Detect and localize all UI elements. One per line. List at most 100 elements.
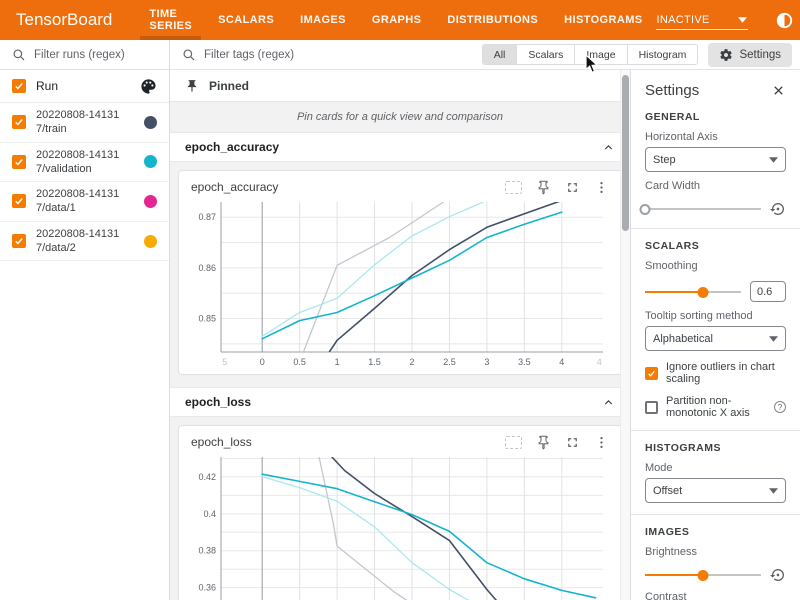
svg-text:4: 4	[559, 357, 564, 367]
checkmark-icon	[14, 157, 24, 167]
svg-text:0.5: 0.5	[293, 357, 306, 367]
run-color-dot	[144, 116, 157, 129]
tab-images[interactable]: IMAGES	[287, 0, 359, 40]
main-scrollbar[interactable]	[620, 70, 630, 600]
filter-tags-placeholder: Filter tags (regex)	[204, 49, 294, 61]
theme-toggle-icon[interactable]	[775, 11, 794, 30]
checkbox-unchecked[interactable]	[645, 401, 658, 414]
tab-time-series[interactable]: TIME SERIES	[136, 0, 205, 40]
epoch-loss-chart[interactable]: 00.511.522.533.540.420.40.380.360.340.32	[185, 453, 609, 600]
tab-graphs[interactable]: GRAPHS	[359, 0, 434, 40]
settings-button[interactable]: Settings	[708, 43, 792, 67]
slider-thumb[interactable]	[698, 570, 709, 581]
app-header: TensorBoard TIME SERIES SCALARS IMAGES G…	[0, 0, 800, 40]
run-row-validation[interactable]: 20220808-141317/validation	[0, 143, 169, 183]
filter-button-all[interactable]: All	[483, 45, 517, 64]
pin-icon	[185, 79, 199, 93]
run-row-data1[interactable]: 20220808-141317/data/1	[0, 182, 169, 222]
collapse-icon[interactable]	[602, 141, 615, 154]
svg-text:3: 3	[484, 357, 489, 367]
collapse-icon[interactable]	[602, 396, 615, 409]
scrollbar-thumb[interactable]	[622, 75, 629, 231]
slider-thumb[interactable]	[640, 204, 651, 215]
run-checkbox[interactable]	[12, 155, 26, 169]
run-color-dot	[144, 155, 157, 168]
run-checkbox[interactable]	[12, 194, 26, 208]
pin-hint-text: Pin cards for a quick view and compariso…	[170, 102, 630, 132]
run-checkbox[interactable]	[12, 115, 26, 129]
filter-runs-input[interactable]: Filter runs (regex)	[0, 40, 169, 70]
run-row-data2[interactable]: 20220808-141317/data/2	[0, 222, 169, 262]
histogram-mode-select[interactable]: Offset	[645, 478, 786, 503]
card-header: epoch_loss	[185, 429, 615, 453]
checkmark-icon	[647, 369, 656, 378]
reset-icon[interactable]	[770, 201, 786, 217]
more-options-icon[interactable]	[594, 435, 609, 450]
chevron-down-icon	[769, 488, 778, 494]
checkbox-checked[interactable]	[645, 367, 658, 380]
tab-distributions[interactable]: DISTRIBUTIONS	[434, 0, 551, 40]
reload-status-dropdown[interactable]: INACTIVE	[656, 11, 748, 30]
histogram-mode-label: Mode	[645, 462, 786, 474]
tooltip-sorting-label: Tooltip sorting method	[645, 310, 786, 322]
smoothing-label: Smoothing	[645, 260, 786, 272]
header-actions: INACTIVE ?	[656, 11, 800, 30]
smoothing-value-input[interactable]: 0.6	[750, 281, 786, 302]
chevron-down-icon	[769, 336, 778, 342]
run-row-train[interactable]: 20220808-141317/train	[0, 103, 169, 143]
close-icon[interactable]	[771, 83, 786, 98]
filter-button-scalars[interactable]: Scalars	[516, 45, 574, 64]
fullscreen-icon[interactable]	[565, 435, 580, 450]
runs-table-header: Run	[0, 70, 169, 103]
tab-histograms[interactable]: HISTOGRAMS	[551, 0, 655, 40]
fullscreen-icon[interactable]	[565, 180, 580, 195]
pin-icon[interactable]	[536, 180, 551, 195]
tab-scalars[interactable]: SCALARS	[205, 0, 287, 40]
ignore-outliers-checkbox-row[interactable]: Ignore outliers in chart scaling	[645, 361, 786, 385]
brightness-slider[interactable]	[645, 569, 761, 581]
epoch-accuracy-chart[interactable]: 00.511.522.533.54540.850.860.87	[185, 198, 609, 370]
slider-thumb[interactable]	[697, 287, 708, 298]
svg-text:5: 5	[222, 357, 227, 367]
run-label: 20220808-141317/validation	[36, 148, 124, 177]
card-width-slider[interactable]	[645, 203, 761, 215]
filter-tags-input[interactable]: Filter tags (regex)	[182, 48, 482, 62]
filter-button-histogram[interactable]: Histogram	[627, 45, 698, 64]
brightness-label: Brightness	[645, 546, 786, 558]
search-icon	[12, 48, 26, 62]
scalar-card-epoch-accuracy: epoch_accuracy 00.511.522.533.54540.850.…	[178, 170, 622, 375]
partition-x-axis-checkbox-row[interactable]: Partition non-monotonic X axis ?	[645, 395, 786, 419]
more-options-icon[interactable]	[594, 180, 609, 195]
svg-text:4: 4	[597, 357, 602, 367]
svg-text:0.42: 0.42	[198, 472, 216, 482]
select-all-runs-checkbox[interactable]	[12, 79, 26, 93]
palette-icon[interactable]	[140, 78, 157, 95]
section-header-epoch-loss[interactable]: epoch_loss	[170, 387, 630, 417]
horizontal-axis-select[interactable]: Step	[645, 147, 786, 172]
tooltip-sorting-select[interactable]: Alphabetical	[645, 326, 786, 351]
reset-icon[interactable]	[770, 567, 786, 583]
smoothing-slider[interactable]	[645, 286, 741, 298]
gear-icon	[719, 48, 733, 62]
settings-section-scalars: SCALARS	[645, 240, 786, 252]
filter-button-image[interactable]: Image	[574, 45, 626, 64]
section-title: epoch_loss	[185, 395, 251, 409]
svg-text:0.36: 0.36	[198, 583, 216, 593]
pin-icon[interactable]	[536, 435, 551, 450]
run-column-header: Run	[36, 79, 58, 93]
fit-to-domain-icon[interactable]	[505, 436, 522, 449]
help-icon[interactable]: ?	[774, 401, 786, 413]
runs-sidebar: Filter runs (regex) Run 20220808-141317/…	[0, 40, 170, 600]
settings-section-histograms: HISTOGRAMS	[645, 442, 786, 454]
svg-text:0.87: 0.87	[198, 212, 216, 222]
dropdown-caret-icon	[738, 17, 747, 23]
svg-text:1.5: 1.5	[368, 357, 381, 367]
fit-to-domain-icon[interactable]	[505, 181, 522, 194]
card-title: epoch_loss	[191, 435, 491, 449]
checkmark-icon	[14, 196, 24, 206]
section-header-epoch-accuracy[interactable]: epoch_accuracy	[170, 132, 630, 162]
svg-text:2.5: 2.5	[443, 357, 456, 367]
run-checkbox[interactable]	[12, 234, 26, 248]
run-label: 20220808-141317/data/1	[36, 187, 124, 216]
settings-button-label: Settings	[739, 49, 781, 61]
